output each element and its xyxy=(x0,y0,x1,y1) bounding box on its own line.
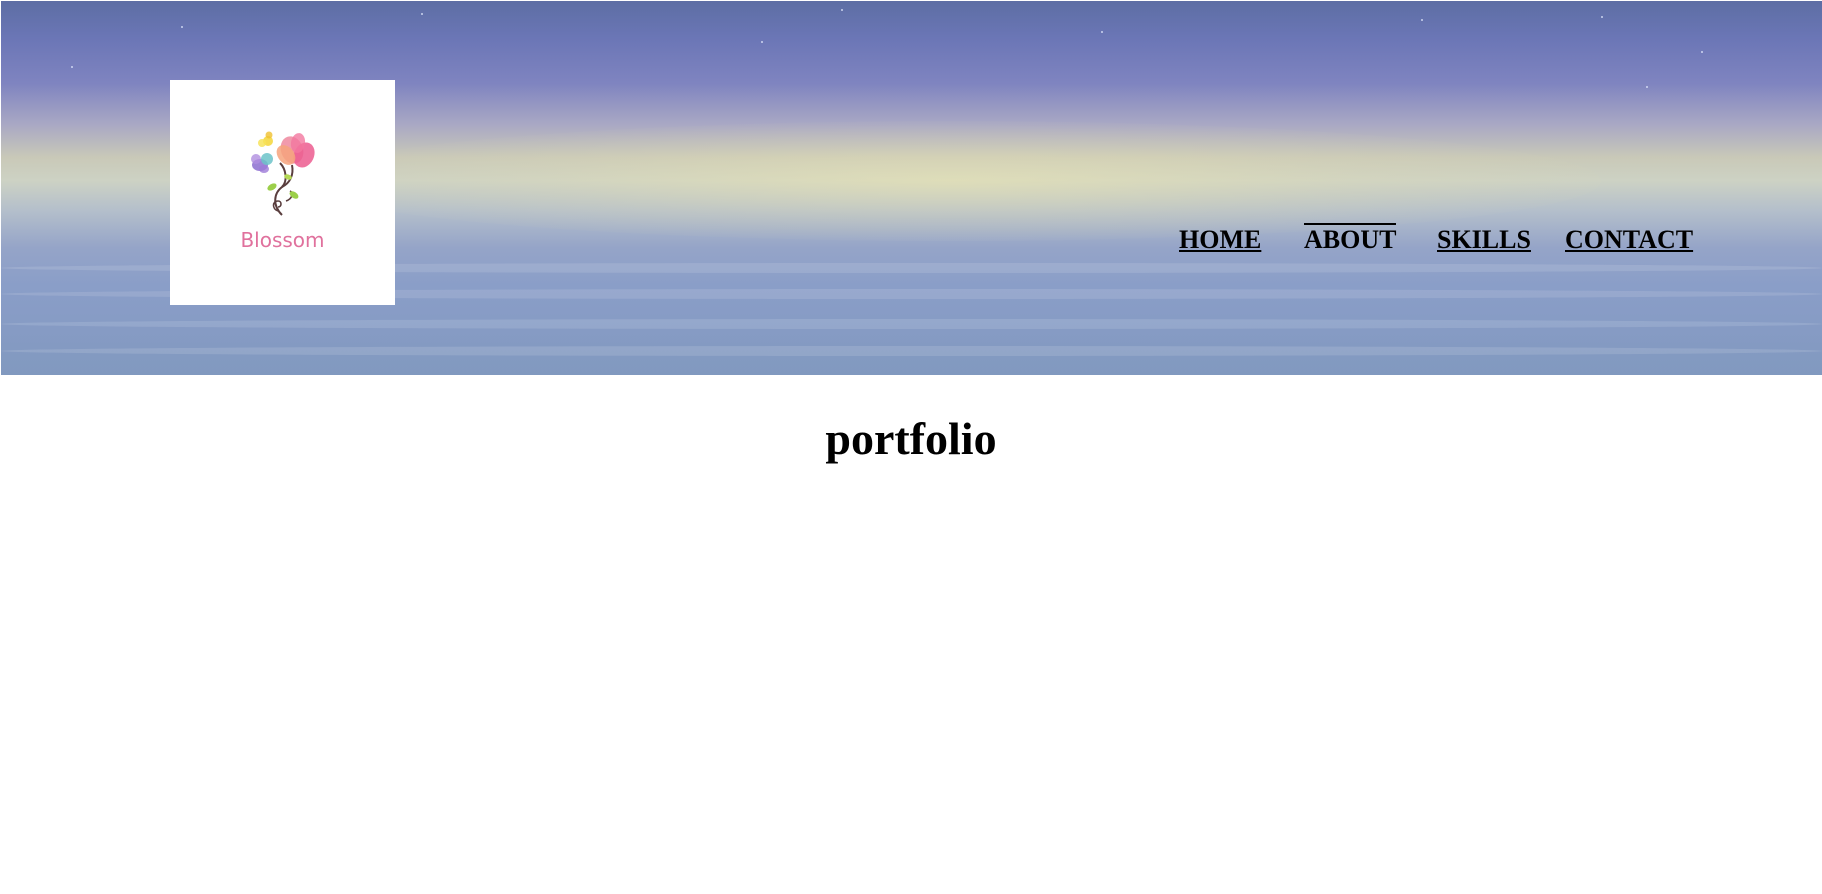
star xyxy=(1601,16,1603,18)
nav-about-link[interactable]: ABOUT xyxy=(1304,223,1397,255)
star xyxy=(421,13,423,15)
nav-contact-link[interactable]: CONTACT xyxy=(1565,225,1693,255)
logo[interactable]: Blossom xyxy=(170,80,395,305)
star xyxy=(761,41,763,43)
main-nav: HOME ABOUT SKILLS CONTACT xyxy=(1,223,1822,265)
star xyxy=(841,9,843,11)
star xyxy=(71,66,73,68)
star xyxy=(1646,86,1648,88)
star xyxy=(181,26,183,28)
nav-home-link[interactable]: HOME xyxy=(1179,225,1261,255)
nav-skills-link[interactable]: SKILLS xyxy=(1437,225,1531,255)
star xyxy=(1701,51,1703,53)
cloud-band xyxy=(1,346,1822,356)
cloud-band xyxy=(1,319,1822,329)
page-title: portfolio xyxy=(825,413,997,464)
header-banner: Blossom HOME ABOUT SKILLS CONTACT xyxy=(1,1,1822,375)
flower-logo-icon xyxy=(251,131,315,216)
sky-glow xyxy=(301,121,1601,241)
star xyxy=(1421,19,1423,21)
star xyxy=(1101,31,1103,33)
